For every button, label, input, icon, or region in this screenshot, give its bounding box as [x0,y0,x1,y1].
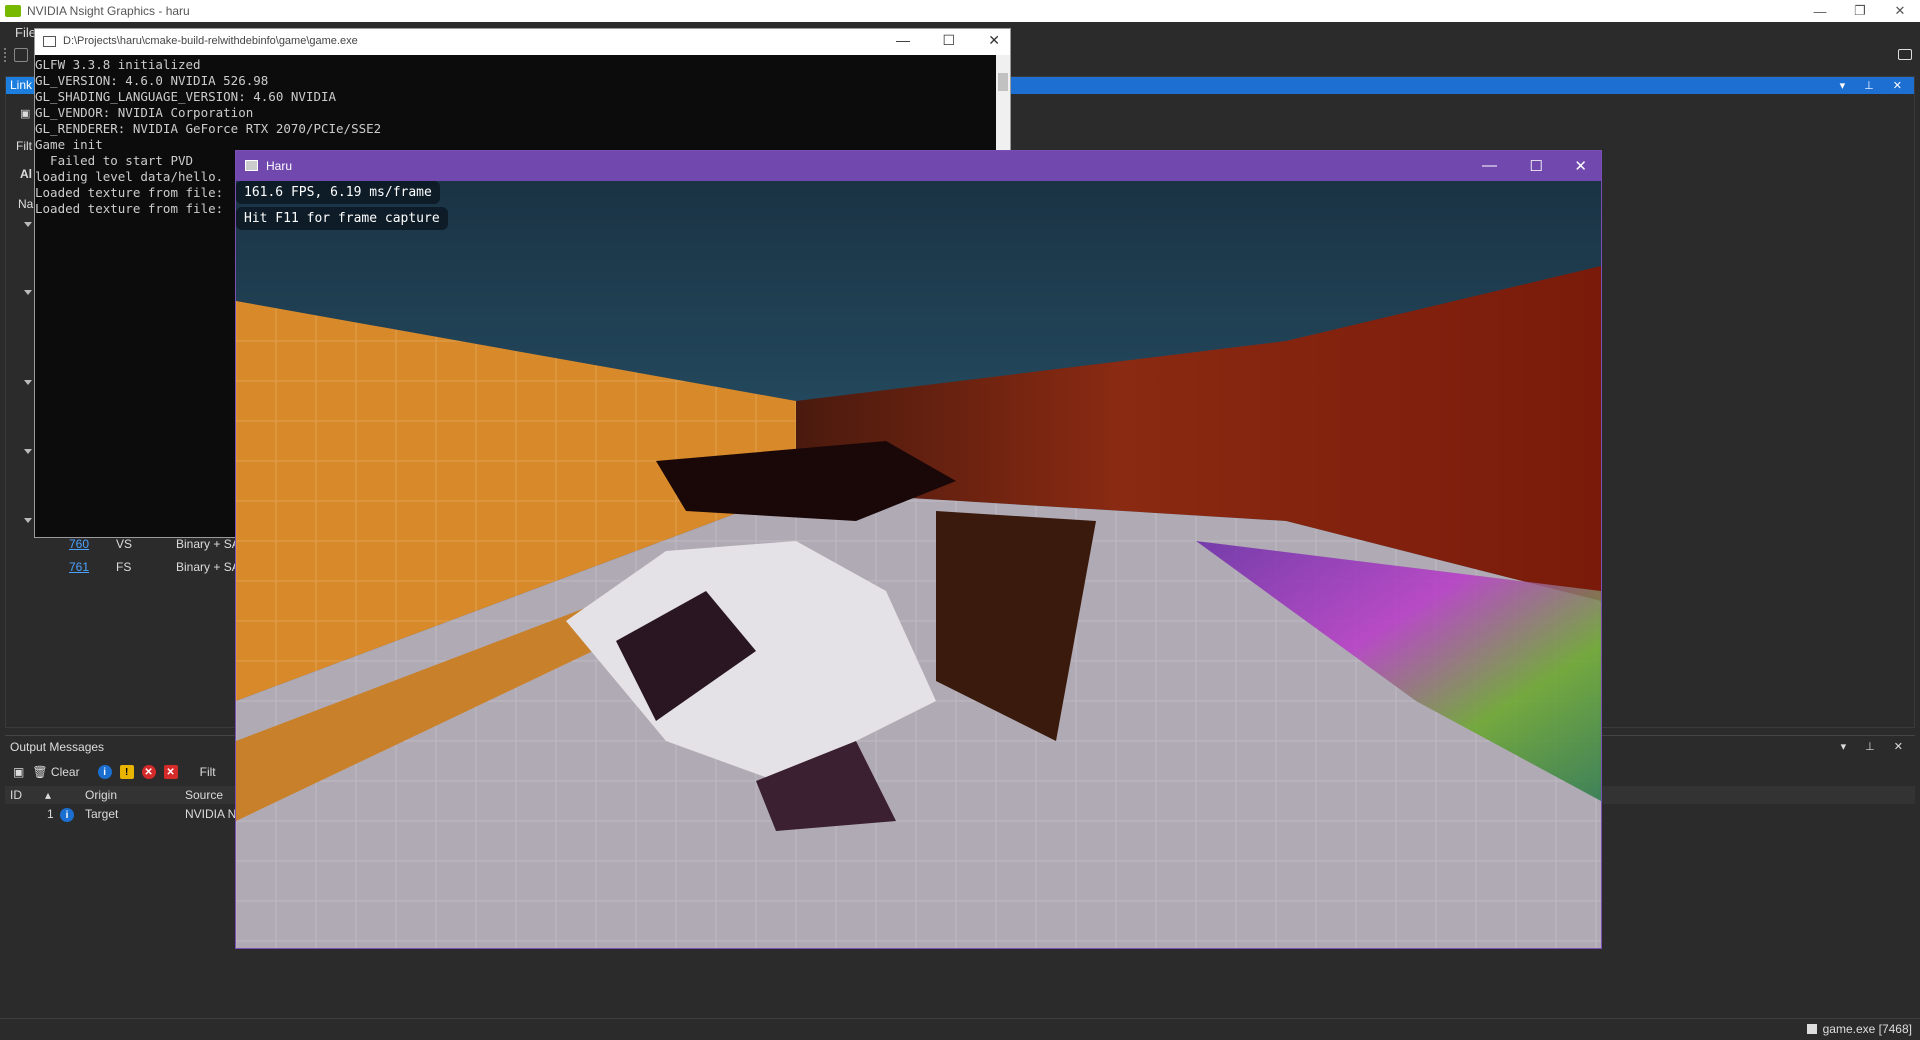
console-icon [43,36,56,47]
windows-icon [1806,1024,1817,1034]
fatal-filter-icon[interactable]: ✕ [163,765,178,779]
minimize-button[interactable]: — [896,32,910,48]
all-button[interactable]: Al [20,167,32,181]
clear-label: Clear [50,765,80,779]
process-indicator: game.exe [7468] [1806,1022,1912,1036]
output-toolbar: ▣ 🗑 Clear i ! ✕ ✕ Filt [13,763,216,781]
expand-icon[interactable] [24,518,32,523]
column-id[interactable]: ID [10,788,22,802]
close-button[interactable]: ✕ [988,32,1000,49]
app-titlebar: NVIDIA Nsight Graphics - haru — ❐ ✕ [0,0,1920,22]
tab-linked[interactable]: Link [6,77,37,94]
message-id: 1 [47,807,54,821]
process-label: game.exe [7468] [1822,1022,1912,1036]
maximize-button[interactable]: ☐ [942,32,955,49]
shader-type: Binary + SA [176,537,240,551]
restore-button[interactable]: ❐ [1840,0,1880,22]
warning-filter-icon[interactable]: ! [119,765,134,779]
save-icon[interactable]: ▣ [13,765,24,779]
minimize-button[interactable]: — [1482,157,1497,174]
shader-stage: FS [116,560,132,574]
capture-hint: Hit F11 for frame capture [236,207,448,230]
info-icon: i [60,808,74,822]
feedback-icon[interactable] [1898,49,1912,60]
message-source: NVIDIA N [185,807,237,821]
sort-icon[interactable]: ▴ [45,788,51,802]
statusbar: game.exe [7468] [0,1018,1920,1040]
console-titlebar[interactable]: D:\Projects\haru\cmake-build-relwithdebi… [35,29,1010,55]
game-icon [245,160,258,171]
expand-icon[interactable] [24,222,32,227]
clear-button[interactable]: 🗑 Clear [32,765,79,779]
shader-type: Binary + SA [176,560,240,574]
pane-controls[interactable]: ▾ ⊥ ✕ [1840,79,1910,92]
nvidia-logo-icon [5,5,21,17]
expand-icon[interactable] [24,380,32,385]
maximize-button[interactable]: ☐ [1530,157,1543,175]
expand-icon[interactable] [24,449,32,454]
program-id-link[interactable]: 760 [69,537,89,551]
info-filter-icon[interactable]: i [97,765,112,779]
game-window[interactable]: Haru — ☐ ✕ 161.6 FPS, 6.19 ms/frame Hit … [235,150,1602,949]
name-column-header[interactable]: Na [18,197,33,211]
toolbar-grip-icon[interactable] [4,48,8,62]
fps-counter: 161.6 FPS, 6.19 ms/frame [236,181,440,204]
game-titlebar[interactable]: Haru — ☐ ✕ [236,151,1601,181]
output-title: Output Messages [10,740,105,754]
expand-icon[interactable] [24,290,32,295]
error-filter-icon[interactable]: ✕ [141,765,156,779]
game-viewport[interactable] [236,181,1601,948]
connect-icon[interactable] [14,48,28,62]
minimize-button[interactable]: — [1800,0,1840,22]
column-source[interactable]: Source [185,788,223,802]
menu-file[interactable]: File [15,25,36,40]
column-origin[interactable]: Origin [85,788,117,802]
app-title: NVIDIA Nsight Graphics - haru [27,4,190,18]
close-button[interactable]: ✕ [1574,157,1587,175]
pane-controls[interactable]: ▾ ⊥ ✕ [1841,740,1911,753]
filter-label: Filt [199,765,216,779]
scrollbar-thumb[interactable] [998,73,1008,91]
shader-stage: VS [116,537,133,551]
save-icon[interactable]: ▣ [20,107,30,120]
filter-label: Filt [16,139,32,153]
trash-icon: 🗑 [32,765,48,779]
close-button[interactable]: ✕ [1880,0,1920,22]
message-origin: Target [85,807,119,821]
program-id-link[interactable]: 761 [69,560,89,574]
game-title: Haru [266,159,293,173]
console-title: D:\Projects\haru\cmake-build-relwithdebi… [63,35,358,47]
